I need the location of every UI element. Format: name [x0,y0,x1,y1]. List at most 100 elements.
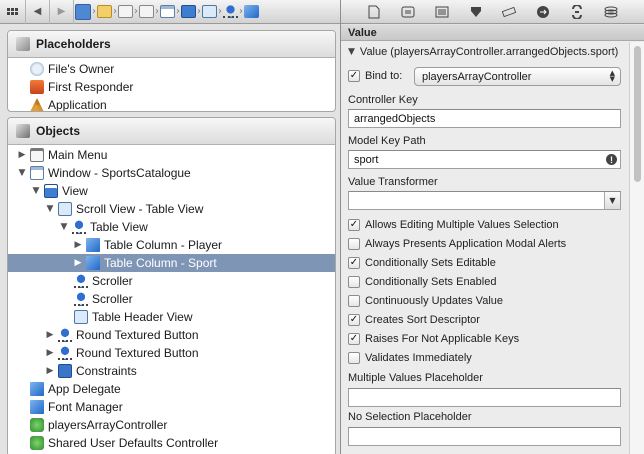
connections-inspector-icon[interactable] [536,5,550,19]
menu-icon [30,148,44,162]
xib-file-icon[interactable] [118,5,133,18]
scroll-view-crumb-icon[interactable] [202,5,217,18]
multiple-values-placeholder-field[interactable] [348,388,621,407]
inspector-section-header[interactable]: Value [341,25,644,41]
outline-label: Table View [90,220,148,234]
user-defaults-controller-icon [30,436,44,450]
bind-to-popup[interactable]: playersArrayController ▲ ▼ [414,67,621,86]
disclosure-collapsed-icon[interactable]: ▶ [44,330,56,340]
bindings-inspector-icon[interactable] [570,4,584,19]
table-column-crumb-icon[interactable] [244,5,259,18]
outline-row-main-menu[interactable]: ▶ Main Menu [8,146,335,164]
model-key-path-field[interactable]: sport ! [348,150,621,169]
outline-row-table-column-player[interactable]: ▶ Table Column - Player [8,236,335,254]
placeholder-label: File's Owner [48,62,115,76]
disclosure-collapsed-icon[interactable]: ▶ [72,258,84,268]
option-always-presents-modal[interactable]: Always Presents Application Modal Alerts [348,236,566,252]
window-crumb-icon[interactable] [160,5,175,18]
controller-key-combo[interactable]: arrangedObjects [348,109,621,128]
quick-help-icon[interactable] [401,5,415,19]
disclosure-expanded-icon[interactable]: ▼ [348,47,355,57]
disclosure-collapsed-icon[interactable]: ▶ [72,240,84,250]
option-allows-editing-multiple[interactable]: ✓ Allows Editing Multiple Values Selecti… [348,217,559,233]
file-inspector-icon[interactable] [367,5,381,19]
outline-row-table-column-sport[interactable]: ▶ Table Column - Sport [8,254,335,272]
outline-row-user-defaults[interactable]: Shared User Defaults Controller [8,434,335,452]
xib-file-icon[interactable] [139,5,154,18]
bind-to-value: playersArrayController [422,70,532,83]
checkbox-checked[interactable]: ✓ [348,314,360,326]
multiple-values-placeholder-label: Multiple Values Placeholder [348,372,483,384]
disclosure-collapsed-icon[interactable]: ▶ [44,348,56,358]
table-view-crumb-icon[interactable] [223,5,238,18]
option-continuously-updates[interactable]: Continuously Updates Value [348,293,503,309]
outline-row-scroller[interactable]: Scroller [8,272,335,290]
option-conditionally-sets-editable[interactable]: ✓ Conditionally Sets Editable [348,255,496,271]
outline-row-table-view[interactable]: ▼ Table View [8,218,335,236]
option-creates-sort-descriptor[interactable]: ✓ Creates Sort Descriptor [348,312,480,328]
placeholder-cube-icon [16,37,30,51]
outline-row-window[interactable]: ▼ Window - SportsCatalogue [8,164,335,182]
warning-icon[interactable]: ! [606,154,617,165]
disclosure-collapsed-icon[interactable]: ▶ [16,150,28,160]
no-selection-placeholder-field[interactable] [348,427,621,446]
placeholders-header[interactable]: Placeholders [8,31,335,58]
document-icon[interactable] [75,3,91,20]
view-crumb-icon[interactable] [181,5,196,18]
back-arrow-icon: ◀ [33,6,42,17]
outline-label: Constraints [76,364,137,378]
disclosure-expanded-icon[interactable]: ▼ [30,186,42,196]
window-icon [30,166,44,180]
identity-inspector-icon[interactable] [435,5,449,19]
constraints-icon [58,364,72,378]
attributes-inspector-icon[interactable] [469,5,483,19]
checkbox-checked[interactable]: ✓ [348,333,360,345]
folder-icon[interactable] [97,5,112,18]
checkbox-checked[interactable]: ✓ [348,219,360,231]
outline-row-font-manager[interactable]: Font Manager [8,398,335,416]
back-button[interactable]: ◀ [26,0,50,24]
placeholder-application[interactable]: Application [8,96,335,111]
value-binding-section[interactable]: ▼ Value (playersArrayController.arranged… [341,43,618,61]
option-raises-not-applicable[interactable]: ✓ Raises For Not Applicable Keys [348,331,519,347]
outline-row-array-controller[interactable]: playersArrayController [8,416,335,434]
application-icon [30,98,44,111]
inspector-scrollbar[interactable] [629,42,644,454]
disclosure-expanded-icon[interactable]: ▼ [16,168,28,178]
bind-to-checkbox[interactable]: ✓ Bind to: [348,68,402,84]
scrollbar-thumb[interactable] [634,46,641,182]
disclosure-expanded-icon[interactable]: ▼ [58,222,70,232]
related-items-button[interactable] [0,0,26,24]
outline-row-app-delegate[interactable]: App Delegate [8,380,335,398]
outline-row-round-textured-button[interactable]: ▶ Round Textured Button [8,344,335,362]
outline-row-view[interactable]: ▼ View [8,182,335,200]
disclosure-expanded-icon[interactable]: ▼ [44,204,56,214]
disclosure-collapsed-icon[interactable]: ▶ [44,366,56,376]
outline-row-scroller[interactable]: Scroller [8,290,335,308]
checkbox-checked[interactable]: ✓ [348,257,360,269]
view-effects-inspector-icon[interactable] [604,5,618,19]
outline-row-scroll-view[interactable]: ▼ Scroll View - Table View [8,200,335,218]
bind-to-label: Bind to: [365,70,403,82]
forward-button[interactable]: ▶ [50,0,74,24]
objects-header[interactable]: Objects [8,118,335,145]
size-inspector-icon[interactable] [502,5,517,19]
value-transformer-combo[interactable]: ▼ [348,191,621,210]
table-column-icon [86,256,100,270]
outline-label: Table Header View [92,310,193,324]
checkbox-checked[interactable]: ✓ [348,70,360,82]
outline-row-table-header-view[interactable]: Table Header View [8,308,335,326]
option-conditionally-sets-enabled[interactable]: Conditionally Sets Enabled [348,274,496,290]
checkbox-unchecked[interactable] [348,295,360,307]
option-validates-immediately[interactable]: Validates Immediately [348,350,472,366]
checkbox-unchecked[interactable] [348,352,360,364]
checkbox-unchecked[interactable] [348,276,360,288]
placeholder-first-responder[interactable]: First Responder [8,78,335,96]
placeholder-files-owner[interactable]: File's Owner [8,60,335,78]
checkbox-unchecked[interactable] [348,238,360,250]
outline-row-constraints[interactable]: ▶ Constraints [8,362,335,380]
outline-label: Font Manager [48,400,123,414]
outline-row-round-textured-button[interactable]: ▶ Round Textured Button [8,326,335,344]
outline-label: Scroll View - Table View [76,202,204,216]
combo-dropdown-icon[interactable]: ▼ [604,192,620,209]
